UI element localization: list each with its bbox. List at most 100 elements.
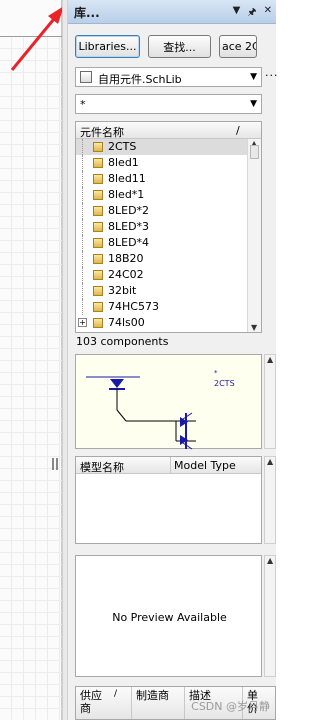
component-list-item[interactable]: 8led1: [76, 155, 248, 171]
sort-indicator-icon: /: [236, 124, 240, 137]
component-chip-icon: [93, 270, 103, 280]
component-chip-icon: [93, 302, 103, 312]
sort-indicator-icon: /: [114, 689, 118, 699]
scroll-down-icon[interactable]: ▼: [251, 323, 257, 332]
component-name: 8led1: [108, 156, 139, 169]
component-name: 74ls00: [108, 316, 145, 329]
chevron-down-icon[interactable]: ▼: [250, 72, 257, 82]
component-chip-icon: [93, 286, 103, 296]
component-name-column[interactable]: 元件名称: [80, 124, 124, 140]
chevron-down-icon[interactable]: ▼: [250, 99, 257, 109]
component-list-item[interactable]: 24C02: [76, 267, 248, 283]
scroll-thumb[interactable]: [250, 145, 259, 159]
column-divider[interactable]: [170, 457, 171, 474]
component-chip-icon: [93, 254, 103, 264]
model-type-column[interactable]: Model Type: [174, 459, 236, 472]
component-name: 8LED*3: [108, 220, 150, 233]
component-list[interactable]: 元件名称 / 2CTS 8led1 8led11 8led*1 8LED*2 8LED*3…: [75, 121, 262, 333]
component-chip-icon: [93, 206, 103, 216]
component-chip-icon: [93, 158, 103, 168]
tree-connector: [82, 283, 83, 299]
panel-titlebar: 库... ▼ 🖈 ✕: [68, 0, 276, 24]
component-list-scrollbar[interactable]: ▲ ▼: [247, 139, 261, 332]
component-list-item[interactable]: 8led11: [76, 171, 248, 187]
component-name: 8LED*4: [108, 236, 150, 249]
component-rows: 2CTS 8led1 8led11 8led*1 8LED*2 8LED*3 8LED*4 1…: [76, 139, 248, 331]
scroll-up-icon[interactable]: ▲: [267, 457, 273, 466]
tree-connector: [82, 171, 83, 187]
component-chip-icon: [93, 190, 103, 200]
model-preview-scrollbar[interactable]: ▲: [264, 555, 276, 677]
component-name: 8LED*2: [108, 204, 150, 217]
component-list-item[interactable]: 8led*1: [76, 187, 248, 203]
model-table[interactable]: 模型名称 Model Type: [75, 456, 262, 544]
symbol-preview-scrollbar[interactable]: ▲: [264, 354, 276, 449]
symbol-designator: *: [214, 369, 218, 377]
model-table-header[interactable]: 模型名称 Model Type: [76, 457, 261, 474]
diode-symbol-graphic: [86, 376, 196, 450]
tree-connector: [82, 235, 83, 251]
library-more-button[interactable]: ···: [265, 69, 279, 82]
component-name: 32bit: [108, 284, 137, 297]
tree-connector: [82, 139, 83, 155]
filter-select-value: *: [80, 98, 86, 111]
close-icon[interactable]: ✕: [264, 5, 272, 22]
schematic-canvas[interactable]: [0, 0, 62, 720]
component-chip-icon: [93, 222, 103, 232]
filter-select[interactable]: * ▼: [75, 94, 262, 114]
manufacturer-column[interactable]: 制造商: [136, 689, 169, 702]
component-name: 18B20: [108, 252, 144, 265]
component-name: 2CTS: [108, 140, 137, 153]
tree-connector: [82, 203, 83, 219]
column-divider[interactable]: [131, 687, 132, 719]
component-count: 103 components: [76, 335, 169, 348]
red-arrow-annotation: [10, 6, 64, 71]
component-chip-icon: [93, 174, 103, 184]
component-chip-icon: [93, 238, 103, 248]
canvas-grid: [0, 37, 62, 720]
component-name: 8led*1: [108, 188, 145, 201]
component-list-item[interactable]: 74HC573: [76, 299, 248, 315]
symbol-preview: * 2CTS: [75, 354, 262, 450]
library-select[interactable]: 自用元件.SchLib ▼: [75, 67, 262, 87]
scroll-up-icon[interactable]: ▲: [267, 355, 273, 364]
tree-connector: [82, 187, 83, 203]
library-select-value: 自用元件.SchLib: [98, 73, 182, 86]
component-list-item[interactable]: 18B20: [76, 251, 248, 267]
scroll-up-icon[interactable]: ▲: [267, 556, 273, 565]
library-file-icon: [80, 71, 92, 83]
component-chip-icon: [93, 142, 103, 152]
tree-connector: [82, 219, 83, 235]
component-chip-icon: [93, 318, 103, 328]
supplier-column[interactable]: 供应 商: [80, 689, 102, 715]
component-list-item[interactable]: 2CTS: [76, 139, 248, 155]
tree-connector: [82, 155, 83, 171]
component-list-item[interactable]: 8LED*2: [76, 203, 248, 219]
watermark: CSDN @岁月静: [191, 700, 270, 713]
column-divider[interactable]: [184, 687, 185, 719]
dropdown-arrow-icon[interactable]: ▼: [233, 5, 241, 22]
libraries-panel: 库... ▼ 🖈 ✕ Libraries... 查找... ace 2C 自用元…: [68, 0, 279, 720]
component-list-item[interactable]: +74ls00: [76, 315, 248, 331]
tree-connector: [82, 267, 83, 283]
component-name: 8led11: [108, 172, 146, 185]
component-list-header[interactable]: 元件名称 /: [76, 122, 261, 139]
model-table-scrollbar[interactable]: ▲: [264, 456, 276, 544]
component-list-item[interactable]: 8LED*3: [76, 219, 248, 235]
pin-icon[interactable]: 🖈: [247, 5, 256, 22]
panel-title: 库...: [74, 6, 100, 20]
libraries-button[interactable]: Libraries...: [75, 35, 140, 58]
expand-icon[interactable]: +: [78, 318, 87, 327]
place-component-button[interactable]: ace 2C: [219, 35, 257, 58]
search-button[interactable]: 查找...: [148, 35, 211, 58]
component-list-item[interactable]: 32bit: [76, 283, 248, 299]
component-name: 74HC573: [108, 300, 159, 313]
model-name-column[interactable]: 模型名称: [80, 459, 124, 475]
splitter-grip-icon[interactable]: [52, 458, 60, 470]
tree-connector: [82, 299, 83, 315]
symbol-comment: 2CTS: [214, 379, 235, 388]
tree-connector: [82, 251, 83, 267]
component-list-item[interactable]: 8LED*4: [76, 235, 248, 251]
no-preview-text: No Preview Available: [112, 611, 227, 624]
component-name: 24C02: [108, 268, 144, 281]
